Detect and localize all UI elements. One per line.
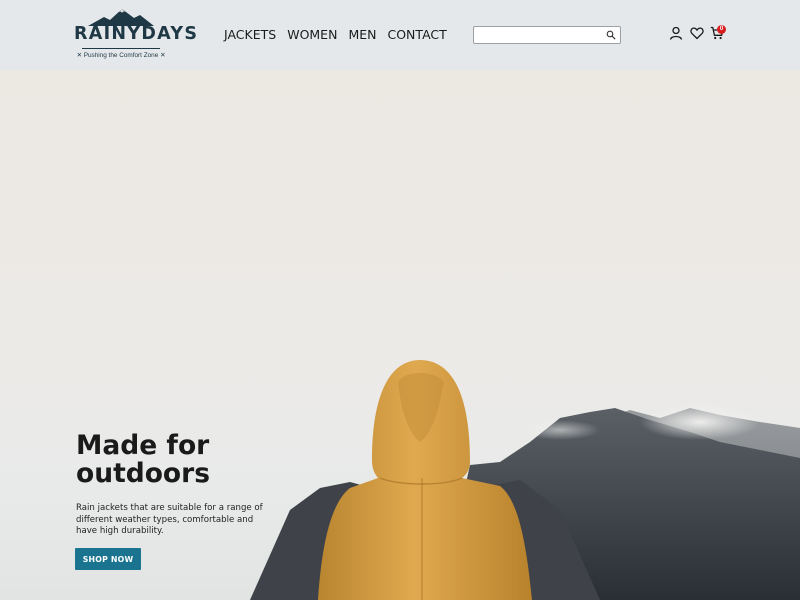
main-nav: JACKETS WOMEN MEN CONTACT [224,27,447,43]
search-icon[interactable] [606,30,616,40]
site-header: RAINYDAYS ✕ Pushing the Comfort Zone ✕ J… [0,0,800,70]
nav-item-men[interactable]: MEN [348,27,376,43]
nav-item-contact[interactable]: CONTACT [387,27,446,43]
cart-count-badge: 0 [717,25,726,34]
hero-title: Made for outdoors [76,430,210,489]
shop-now-button[interactable]: SHOP NOW [75,548,141,570]
heart-icon[interactable] [690,26,704,40]
search-input[interactable] [477,28,603,42]
hero-description: Rain jackets that are suitable for a ran… [76,503,263,536]
nav-item-women[interactable]: WOMEN [287,27,337,43]
search-box [473,26,621,44]
logo-divider [82,48,160,49]
brand-tagline: ✕ Pushing the Comfort Zone ✕ [76,52,166,59]
brand-name: RAINYDAYS [74,24,199,44]
nav-item-jackets[interactable]: JACKETS [224,27,276,43]
hero-section: Made for outdoors Rain jackets that are … [0,70,800,600]
brand-logo[interactable]: RAINYDAYS ✕ Pushing the Comfort Zone ✕ [74,8,199,60]
user-icon[interactable] [669,26,683,40]
